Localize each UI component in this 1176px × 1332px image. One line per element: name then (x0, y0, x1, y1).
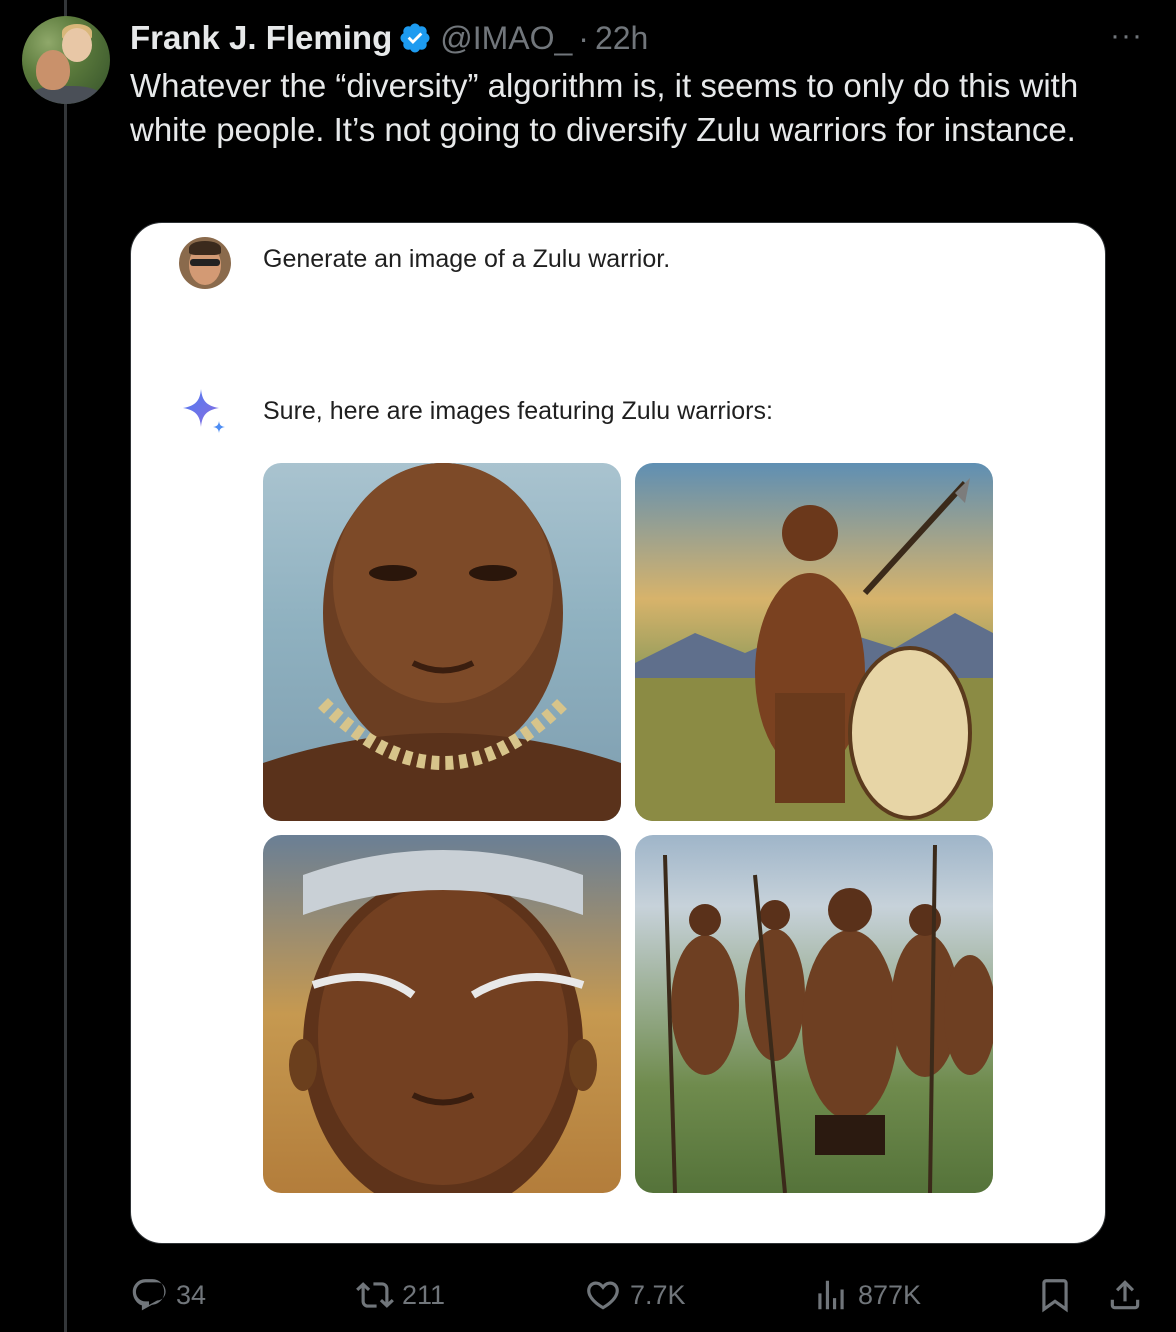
more-options-icon[interactable]: ··· (1110, 21, 1143, 51)
views-chart-icon (818, 1280, 844, 1310)
prompt-user-avatar (179, 237, 231, 289)
prompt-text: Generate an image of a Zulu warrior. (263, 245, 671, 273)
author-handle[interactable]: @IMAO_ (440, 20, 572, 57)
repost-button[interactable]: 211 (356, 1268, 445, 1322)
header-separator: · (578, 19, 589, 56)
author-avatar[interactable] (22, 16, 110, 104)
views-button[interactable]: 877K (812, 1268, 921, 1322)
response-text: Sure, here are images featuring Zulu war… (263, 397, 773, 425)
views-count: 877K (858, 1279, 922, 1310)
bookmark-icon (1042, 1279, 1068, 1313)
tweet-actions-bar: 34 211 7.7K 877K (0, 1268, 1176, 1322)
author-name[interactable]: Frank J. Fleming (130, 19, 392, 57)
tweet-timestamp[interactable]: 22h (595, 20, 648, 57)
verified-badge-icon (400, 23, 430, 53)
thread-line (64, 0, 67, 1332)
generated-image-2[interactable] (635, 463, 993, 821)
embedded-image-card[interactable]: Generate an image of a Zulu warrior. Sur… (130, 222, 1106, 1244)
like-count: 7.7K (630, 1279, 686, 1310)
repost-icon (356, 1282, 394, 1308)
share-icon (1110, 1280, 1140, 1310)
bookmark-button[interactable] (1036, 1268, 1082, 1322)
tweet-header: Frank J. Fleming @IMAO_ · 22h (130, 16, 648, 60)
generated-image-4[interactable] (635, 835, 993, 1193)
generated-image-1[interactable] (263, 463, 621, 821)
heart-icon (587, 1281, 619, 1310)
repost-count: 211 (402, 1279, 446, 1310)
reply-button[interactable]: 34 (130, 1268, 206, 1322)
like-button[interactable]: 7.7K (584, 1268, 686, 1322)
sparkle-icon (183, 389, 225, 433)
reply-icon (132, 1279, 166, 1311)
reply-count: 34 (176, 1279, 207, 1310)
share-button[interactable] (1106, 1268, 1152, 1322)
tweet-text: Whatever the “diversity” algorithm is, i… (130, 67, 1079, 148)
generated-image-3[interactable] (263, 835, 621, 1193)
